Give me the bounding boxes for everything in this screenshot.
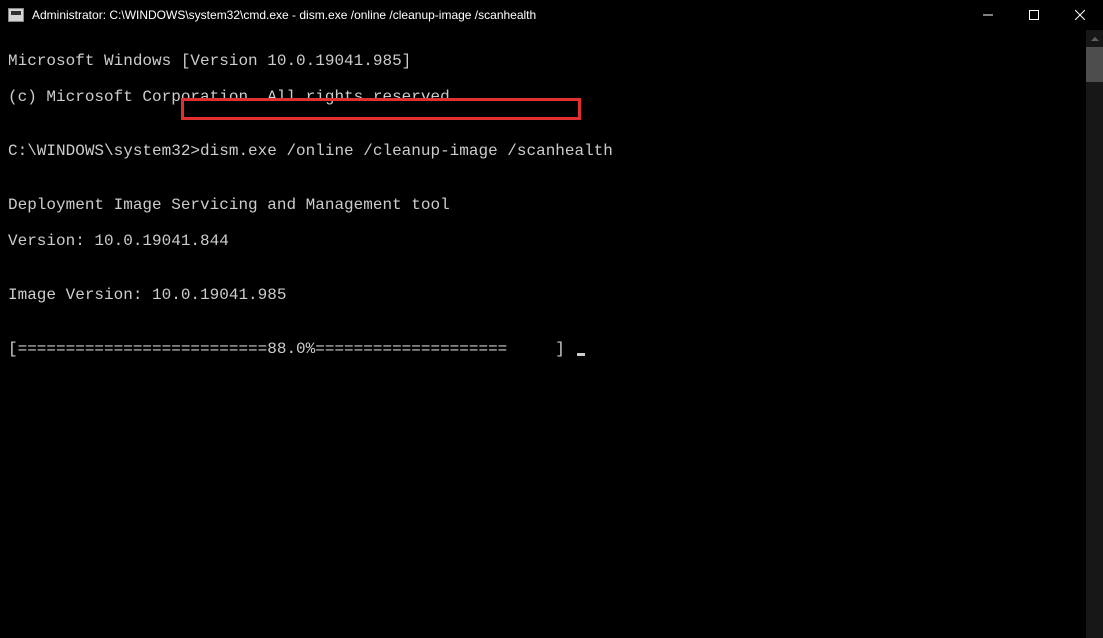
close-button[interactable] [1057, 0, 1103, 30]
progress-text: [==========================88.0%========… [8, 340, 575, 358]
output-tool-version: Version: 10.0.19041.844 [8, 232, 1095, 250]
output-progress-bar: [==========================88.0%========… [8, 340, 1095, 358]
entered-command: dism.exe /online /cleanup-image /scanhea… [200, 142, 613, 160]
chevron-up-icon [1091, 37, 1099, 41]
vertical-scrollbar[interactable] [1086, 30, 1103, 638]
titlebar-left-group: Administrator: C:\WINDOWS\system32\cmd.e… [8, 8, 536, 22]
terminal-output[interactable]: Microsoft Windows [Version 10.0.19041.98… [0, 30, 1103, 638]
output-tool-name: Deployment Image Servicing and Managemen… [8, 196, 1095, 214]
cmd-icon [8, 8, 24, 22]
window-titlebar: Administrator: C:\WINDOWS\system32\cmd.e… [0, 0, 1103, 30]
prompt-line: C:\WINDOWS\system32>dism.exe /online /cl… [8, 142, 1095, 160]
minimize-icon [983, 10, 993, 20]
output-windows-version: Microsoft Windows [Version 10.0.19041.98… [8, 52, 1095, 70]
window-title: Administrator: C:\WINDOWS\system32\cmd.e… [32, 8, 536, 22]
cursor [577, 353, 585, 356]
prompt-path: C:\WINDOWS\system32> [8, 142, 200, 160]
maximize-icon [1029, 10, 1039, 20]
minimize-button[interactable] [965, 0, 1011, 30]
scrollbar-thumb[interactable] [1086, 47, 1103, 82]
close-icon [1075, 10, 1085, 20]
output-image-version: Image Version: 10.0.19041.985 [8, 286, 1095, 304]
maximize-button[interactable] [1011, 0, 1057, 30]
window-controls [965, 0, 1103, 29]
output-copyright: (c) Microsoft Corporation. All rights re… [8, 88, 1095, 106]
scrollbar-up-arrow[interactable] [1086, 30, 1103, 47]
